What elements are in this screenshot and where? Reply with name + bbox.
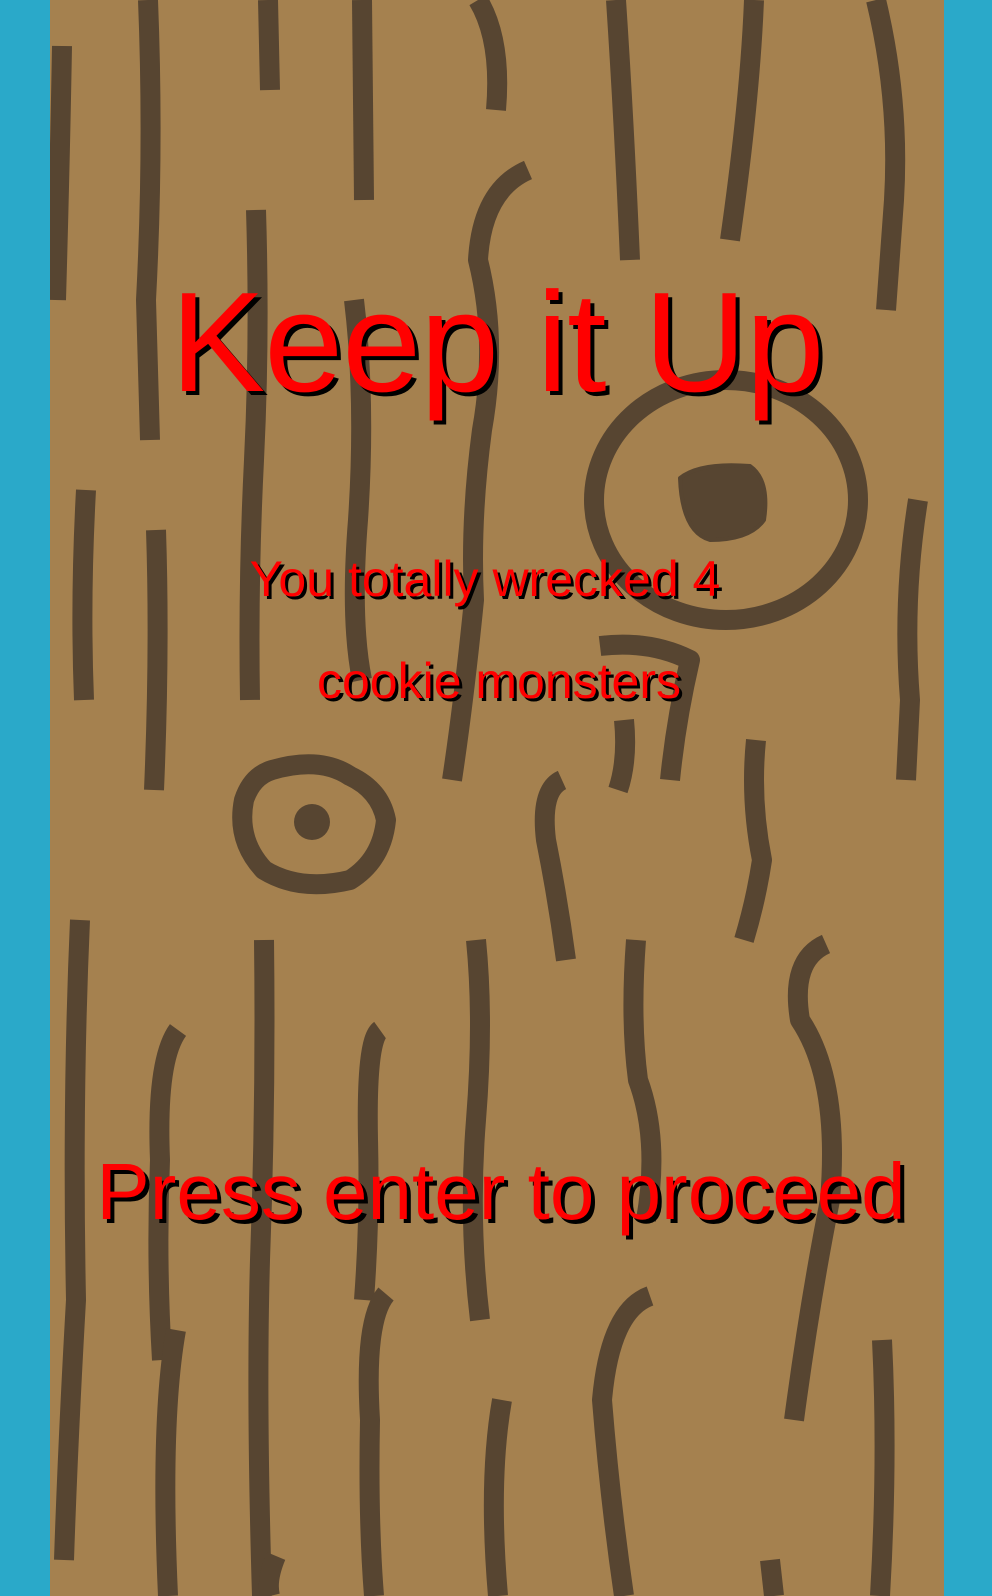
result-message-line-2: cookie monsters (316, 653, 682, 709)
grain-line (54, 919, 90, 1561)
grain-line (483, 1398, 512, 1596)
grain-line (469, 0, 508, 111)
grain-line (358, 1287, 395, 1596)
grain-line (462, 939, 490, 1322)
grain-line (258, 0, 280, 91)
grain-line (608, 719, 636, 794)
result-message-line-1: You totally wrecked 4 (249, 551, 721, 607)
screen-title: Keep it Up (170, 263, 824, 422)
grain-line (760, 1558, 784, 1596)
grain-line (870, 1339, 895, 1596)
game-screen: Keep it Up You totally wrecked 4 cookie … (0, 0, 992, 1596)
grain-line (534, 770, 576, 962)
grain-line (155, 1328, 186, 1596)
wood-background: Keep it Up You totally wrecked 4 cookie … (50, 0, 944, 1596)
grain-line (606, 0, 640, 261)
grain-line (720, 0, 764, 242)
proceed-prompt[interactable]: Press enter to proceed (54, 1152, 944, 1232)
wood-knot-core (678, 463, 768, 542)
grain-line (896, 498, 928, 781)
wood-knot-core (294, 804, 330, 840)
grain-line (592, 1286, 654, 1596)
grain-line (248, 939, 275, 1596)
grain-line (50, 45, 72, 301)
grain-line (734, 739, 772, 943)
grain-line (866, 0, 906, 311)
wood-grain-pattern (50, 0, 928, 1596)
grain-line (258, 1552, 286, 1596)
grain-line (352, 0, 374, 201)
